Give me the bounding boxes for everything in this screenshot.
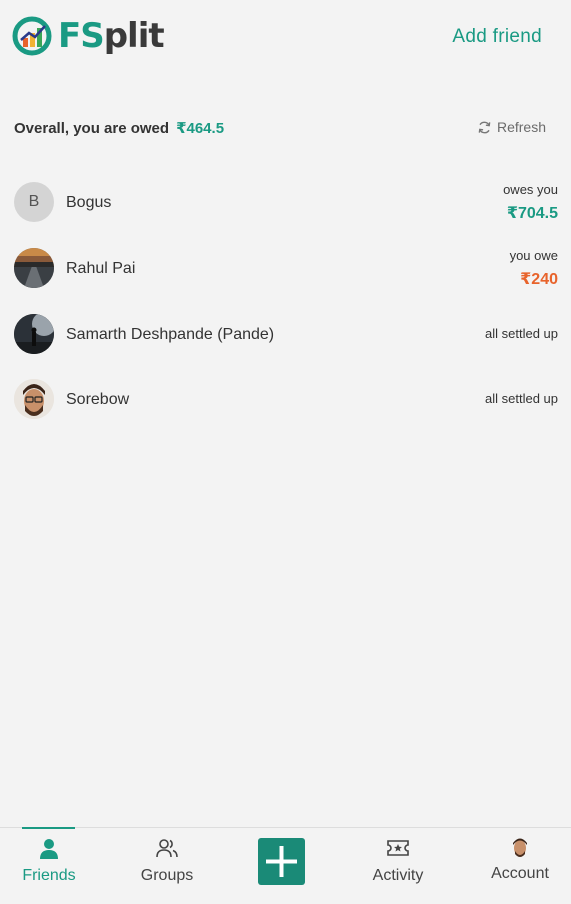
friend-status: all settled up bbox=[485, 391, 558, 406]
friend-status: all settled up bbox=[485, 326, 558, 341]
friend-row-rahul-pai[interactable]: Rahul Pai you owe ₹240 bbox=[0, 236, 571, 304]
status-label: all settled up bbox=[485, 391, 558, 406]
logo-text-b: plit bbox=[103, 16, 165, 56]
status-amount: ₹240 bbox=[520, 271, 558, 288]
friend-name: Bogus bbox=[66, 194, 112, 211]
avatar: B bbox=[14, 182, 54, 222]
nav-activity-label: Activity bbox=[372, 867, 424, 884]
logo-wordmark: FSplit bbox=[58, 16, 165, 56]
overall-amount: ₹464.5 bbox=[176, 120, 225, 137]
nav-groups[interactable]: Groups bbox=[122, 828, 212, 904]
avatar-photo-silhouette bbox=[14, 314, 54, 354]
nav-account-label: Account bbox=[491, 865, 549, 882]
app-header: FSplit Add friend bbox=[0, 0, 571, 80]
status-label: all settled up bbox=[485, 326, 558, 341]
friend-row-bogus[interactable]: B Bogus owes you ₹704.5 bbox=[0, 170, 571, 236]
status-label: you owe bbox=[509, 248, 558, 263]
friend-name: Rahul Pai bbox=[66, 260, 136, 277]
account-avatar-icon bbox=[513, 838, 527, 857]
avatar bbox=[14, 248, 54, 288]
friend-name: Samarth Deshpande (Pande) bbox=[66, 326, 275, 343]
avatar-photo-cartoon bbox=[14, 379, 54, 419]
logo-text-a: FS bbox=[58, 16, 105, 56]
avatar-initial: B bbox=[28, 193, 40, 210]
friend-name: Sorebow bbox=[66, 391, 130, 408]
friend-row-samarth[interactable]: Samarth Deshpande (Pande) all settled up bbox=[0, 304, 571, 368]
refresh-button[interactable]: Refresh bbox=[477, 119, 546, 135]
status-label: owes you bbox=[503, 182, 558, 197]
nav-friends[interactable]: Friends bbox=[4, 828, 94, 904]
friend-row-sorebow[interactable]: Sorebow all settled up bbox=[0, 368, 571, 432]
bottom-nav: Friends Groups Activity Account bbox=[0, 827, 571, 904]
nav-activity[interactable]: Activity bbox=[353, 828, 443, 904]
person-icon bbox=[40, 839, 58, 859]
overall-label: Overall, you are owed bbox=[14, 119, 170, 137]
nav-account[interactable]: Account bbox=[475, 828, 565, 904]
add-friend-button[interactable]: Add friend bbox=[452, 26, 542, 48]
friend-status: you owe ₹240 bbox=[510, 248, 558, 289]
friend-status: owes you ₹704.5 bbox=[503, 182, 558, 223]
logo-icon bbox=[12, 16, 52, 56]
avatar bbox=[14, 379, 54, 419]
refresh-icon bbox=[478, 121, 491, 133]
overall-balance: Overall, you are owed ₹464.5 bbox=[14, 119, 225, 138]
avatar-photo-road bbox=[14, 248, 54, 288]
nav-friends-label: Friends bbox=[22, 867, 76, 884]
nav-groups-label: Groups bbox=[140, 867, 194, 884]
group-icon bbox=[156, 839, 178, 858]
refresh-label: Refresh bbox=[496, 119, 546, 135]
avatar bbox=[14, 314, 54, 354]
status-amount: ₹704.5 bbox=[506, 205, 558, 222]
friend-list: B Bogus owes you ₹704.5 Rahul Pai you ow… bbox=[0, 170, 571, 432]
plus-icon bbox=[266, 846, 297, 877]
add-expense-button[interactable] bbox=[258, 838, 305, 885]
ticket-icon bbox=[387, 840, 409, 856]
app-logo[interactable]: FSplit bbox=[12, 16, 165, 56]
